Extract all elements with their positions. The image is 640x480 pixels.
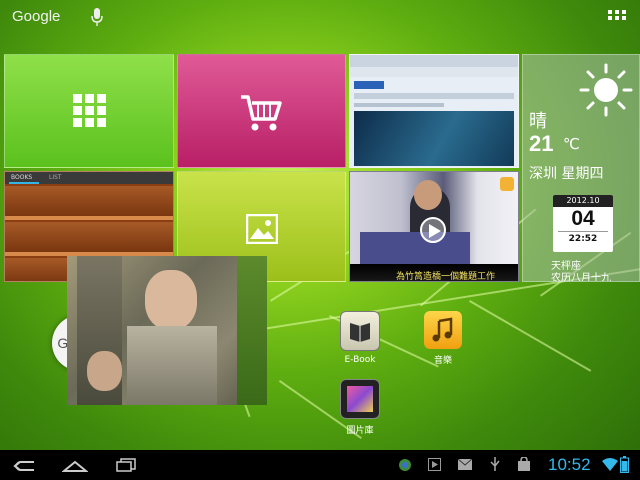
temperature-unit: ℃ [563,135,580,153]
calendar-year-month: 2012.10 [553,195,613,207]
notification-email-icon[interactable] [458,459,472,470]
shelf-row [5,222,173,252]
picture-icon [246,214,278,244]
calendar-time: 22:52 [568,234,598,244]
temperature: 21 [529,131,554,156]
video-thumbnail [354,111,514,166]
browser-tile[interactable] [349,54,519,168]
notification-store-icon[interactable] [517,457,531,472]
calendar-card: 2012.10 04 22:52 [553,195,613,252]
actor-costume [127,326,217,405]
google-search-logo[interactable]: Google [12,8,60,25]
site-logo [354,81,384,89]
music-shortcut[interactable]: 音樂 [413,311,473,366]
home-icon[interactable] [62,458,88,472]
recent-apps-icon[interactable] [115,458,137,472]
nav-strip [354,93,514,99]
notification-usb-icon[interactable] [490,457,500,472]
floating-video-window[interactable] [67,256,267,405]
gallery-icon [340,379,380,419]
browser-tabs-bar [350,55,518,67]
weather-condition: 晴 [529,111,547,132]
back-icon[interactable] [12,459,36,473]
weather-tile[interactable]: 晴 21 ℃ 深圳 星期四 2012.10 04 22:52 天枰座 农历八月十… [522,54,640,282]
shelf-edge [5,216,173,220]
wifi-icon[interactable] [602,458,618,471]
music-icon [424,311,462,349]
notification-play-icon[interactable] [428,458,441,471]
grid-icon [73,94,106,127]
browser-address-bar [350,67,518,77]
bookshelf-tabs: BOOKS LIST [5,172,173,184]
location-weekday: 深圳 星期四 [529,166,604,182]
sun-icon [579,63,633,117]
actor-face-2 [87,351,122,391]
tab-list[interactable]: LIST [49,174,62,181]
status-clock: 10:52 [548,455,591,474]
ebook-shortcut[interactable]: E-Book [330,311,390,365]
calendar-day: 04 [571,207,595,230]
video-tile[interactable]: 為竹篙造橋一個難題工作 [349,171,519,282]
play-icon [429,224,441,238]
lunar-date: 农历八月十九 [551,273,611,282]
tab-books[interactable]: BOOKS [11,174,32,181]
tv-app-icon [500,177,514,191]
notification-chrome-icon[interactable] [398,458,412,472]
news-anchor-face [414,180,442,210]
text-line [354,103,444,107]
market-tile[interactable] [177,54,346,168]
battery-icon[interactable] [620,456,629,473]
all-apps-icon[interactable] [608,10,626,24]
video-scene-edge [237,256,267,405]
gallery-shortcut[interactable]: 圖片庫 [330,379,390,436]
shopping-cart-icon [241,95,282,131]
video-caption: 為竹篙造橋一個難題工作 [396,272,496,282]
ebook-icon [340,311,380,351]
microphone-icon[interactable] [90,7,104,27]
shortcut-label: 音樂 [433,356,452,366]
shortcut-label: E-Book [344,355,376,365]
shelf-row [5,186,173,216]
apps-tile[interactable] [4,54,174,168]
shortcut-label: 圖片庫 [346,426,374,436]
actor-face [145,270,197,330]
system-bar [0,450,640,480]
tab-indicator [9,182,39,184]
